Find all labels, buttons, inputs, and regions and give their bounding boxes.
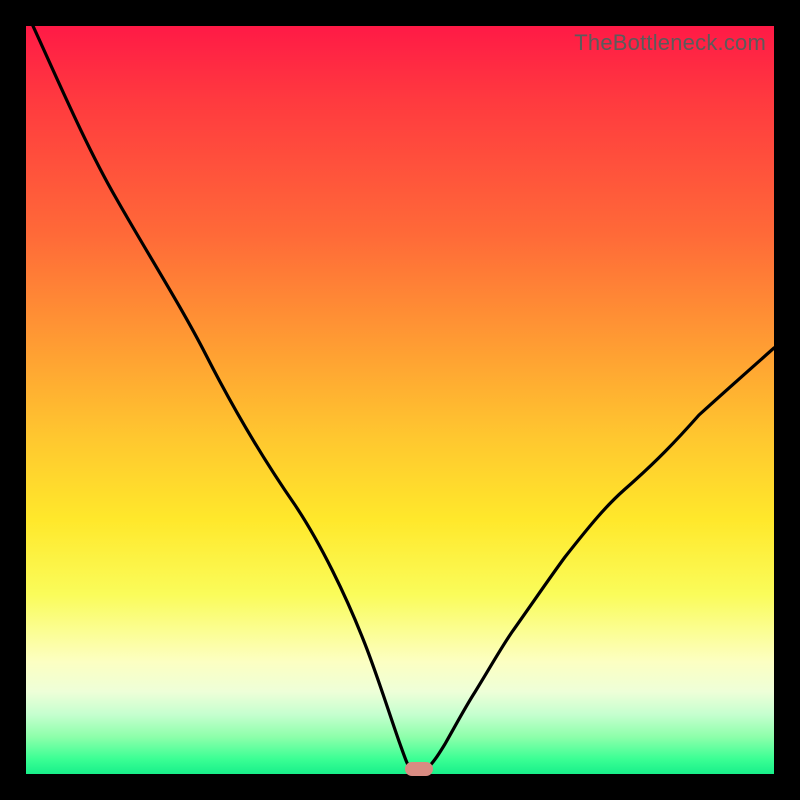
- optimal-marker: [405, 762, 433, 776]
- bottleneck-curve: [26, 26, 774, 774]
- plot-area: TheBottleneck.com: [26, 26, 774, 774]
- chart-frame: TheBottleneck.com: [0, 0, 800, 800]
